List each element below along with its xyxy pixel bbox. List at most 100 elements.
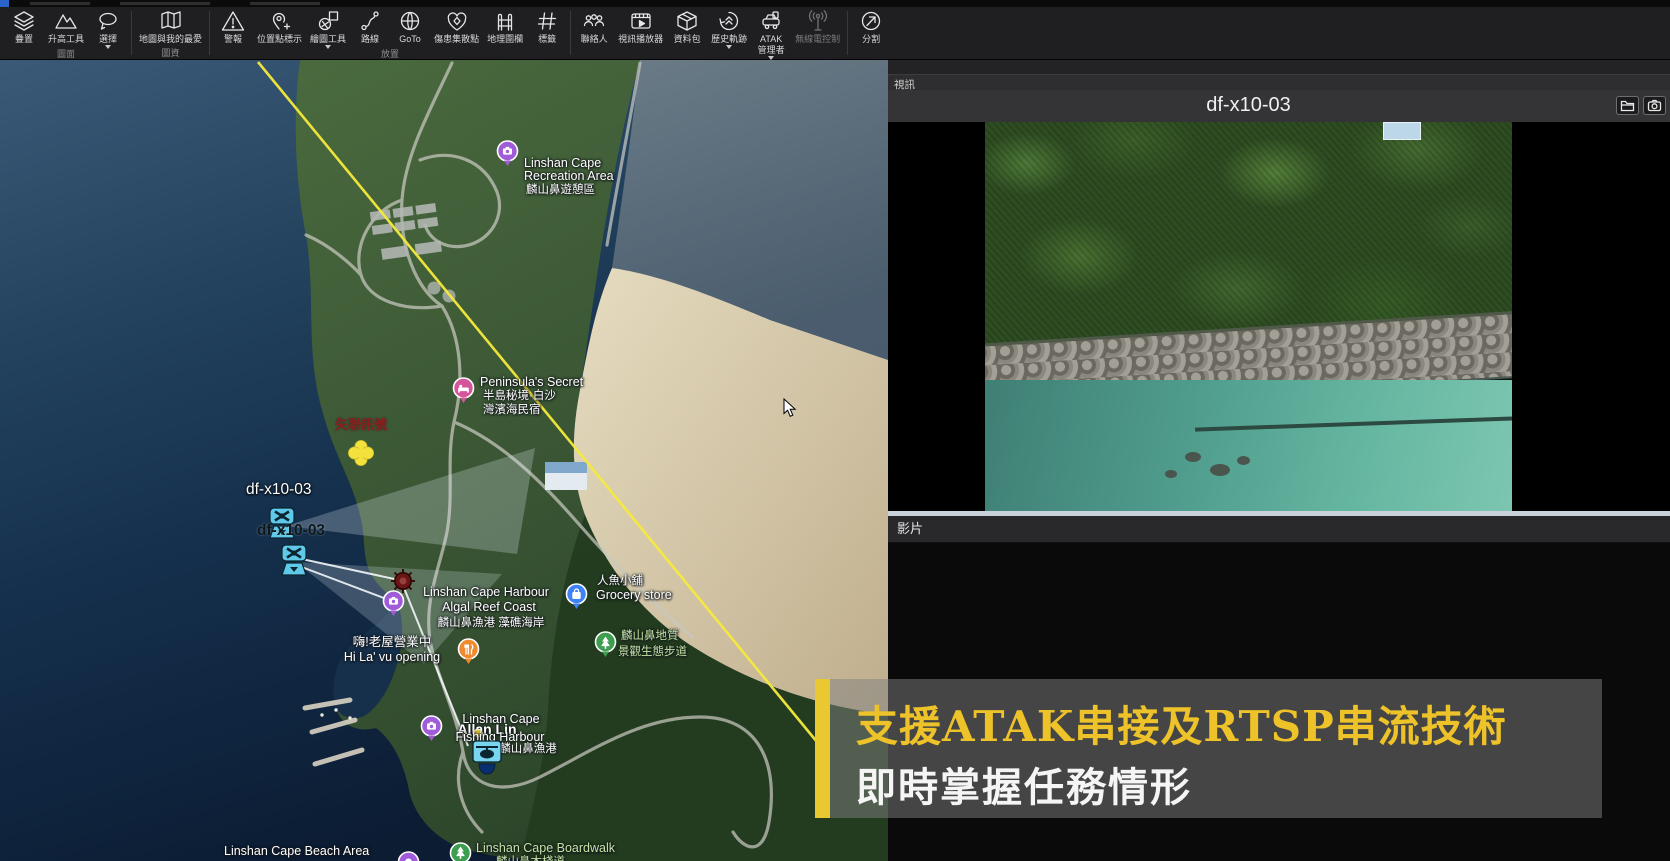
ribbon-separator <box>570 11 572 55</box>
map-label: 麟山鼻木棧道 <box>496 856 565 861</box>
alert-icon <box>221 11 245 31</box>
poi-marker-boardwalk <box>449 842 472 861</box>
ribbon-group-mapdata: 地圖與我的最愛 圖資 <box>133 7 208 59</box>
toolbar-item-select[interactable]: 選擇 <box>88 7 128 49</box>
toolbar-item-casevac[interactable]: 傷患集散點 <box>430 7 483 44</box>
layers-icon <box>14 11 34 31</box>
toolbar-item-route[interactable]: 路線 <box>350 7 390 44</box>
poi-marker-fishing-harbour <box>420 715 443 747</box>
lost-signal-clover-marker[interactable] <box>346 438 376 473</box>
poi-marker-trail <box>594 631 617 663</box>
open-folder-button[interactable] <box>1616 96 1639 115</box>
point-drop-icon <box>272 12 290 30</box>
sensor-point-marker[interactable] <box>390 568 416 599</box>
poi-marker-beach <box>397 851 420 861</box>
feed-rock <box>1210 464 1230 476</box>
folder-icon <box>1620 100 1635 112</box>
poi-marker-restaurant <box>457 638 480 670</box>
ribbon-separator <box>209 11 211 55</box>
snapshot-button[interactable] <box>1643 96 1666 115</box>
map-label: Grocery store <box>596 588 672 602</box>
ribbon-toolbar: 疊置 升高工具 選擇 圖面 地圖與我的最愛 圖資 警報 位置點標示 繪圖工具 路… <box>0 7 1670 70</box>
toolbar-item-hashtag[interactable]: 標籤 <box>527 7 567 44</box>
toolbar-item-radio-control: 無線電控制 <box>791 7 844 44</box>
radio-control-icon <box>808 10 827 31</box>
drone-callsign-label: df-x10-03 <box>246 481 312 498</box>
toolbar-item-history-track[interactable]: 歷史軌跡 <box>707 7 751 49</box>
mission-overlay <box>256 61 824 749</box>
mouse-cursor <box>783 397 797 423</box>
video-feed-title: df-x10-03 <box>1206 94 1291 116</box>
map-view[interactable]: Linshan Cape Recreation Area 麟山鼻遊憩區 Peni… <box>0 60 888 861</box>
map-label: 半島秘境·白沙 <box>483 390 556 402</box>
ribbon-group-display: 疊置 升高工具 選擇 圖面 <box>2 7 130 59</box>
toolbar-item-elevation-tools[interactable]: 升高工具 <box>44 7 88 44</box>
vessel-marker[interactable] <box>471 739 503 782</box>
map-label: 嗨!老屋營業中 <box>352 635 432 649</box>
toolbar-item-atak-manager[interactable]: ATAK 管理者 <box>751 7 791 60</box>
map-label: 麟山鼻漁港 <box>499 743 557 755</box>
video-title-bar: df-x10-03 <box>888 90 1670 122</box>
subtitle-overlay: 支援ATAK串接及RTSP串流技術 即時掌握任務情形 <box>815 679 1602 818</box>
toolbar-item-overlays[interactable]: 疊置 <box>4 7 44 44</box>
toolbar-item-contacts[interactable]: 聯絡人 <box>574 7 614 44</box>
video-display-area <box>888 122 1670 511</box>
panel-top-strip <box>888 60 1670 74</box>
ribbon-group-split: 分割 <box>849 7 893 59</box>
history-track-icon <box>719 11 739 31</box>
ribbon-group-caption: 圖面 <box>57 49 76 59</box>
map-label: 麟山鼻漁港 藻礁海岸 <box>437 617 545 629</box>
data-package-icon <box>677 11 697 31</box>
qat-tab[interactable] <box>250 2 320 5</box>
map-label: 人魚小舖 <box>597 575 643 587</box>
ribbon-group-caption: 圖資 <box>161 48 180 58</box>
map-label: Linshan Cape Harbour <box>423 585 549 599</box>
lost-signal-label: 失聯訊號 <box>334 417 388 432</box>
qat-tab[interactable] <box>30 2 90 5</box>
qat-tab[interactable] <box>120 2 210 5</box>
map-label: 景觀生態步道 <box>618 646 687 658</box>
toolbar-item-point-drop[interactable]: 位置點標示 <box>253 7 306 44</box>
feed-rock <box>1237 456 1250 465</box>
lasso-select-icon <box>99 12 117 30</box>
geofence-icon <box>497 13 513 31</box>
map-label: Recreation Area <box>524 169 614 183</box>
casevac-heart-icon <box>447 12 466 31</box>
toolbar-item-alert[interactable]: 警報 <box>213 7 253 44</box>
hashtag-icon <box>537 12 557 30</box>
feed-rock <box>1185 452 1201 462</box>
contacts-icon <box>583 14 605 27</box>
map-label: Algal Reef Coast <box>442 600 536 614</box>
route-icon <box>361 11 379 31</box>
app-icon[interactable] <box>0 0 9 7</box>
toolbar-item-maps-favorites[interactable]: 地圖與我的最愛 <box>135 7 206 44</box>
feed-blue-tarp <box>1383 122 1421 140</box>
toolbar-item-data-package[interactable]: 資料包 <box>667 7 707 44</box>
dropdown-caret-icon <box>726 45 733 49</box>
toolbar-item-split[interactable]: 分割 <box>851 7 891 44</box>
subtitle-line-2: 即時掌握任務情形 <box>856 764 1192 811</box>
map-label: Linshan Cape Beach Area <box>224 844 370 858</box>
map-label: Peninsula's Secret <box>480 375 584 389</box>
ribbon-separator <box>131 11 133 55</box>
ribbon-group-caption <box>851 48 891 59</box>
ribbon-group-caption: 放置 <box>381 49 400 59</box>
map-label: Hi La' vu opening <box>343 650 441 664</box>
video-player-icon <box>630 13 651 29</box>
feed-sea-area <box>985 380 1512 511</box>
toolbar-item-drawing-tools[interactable]: 繪圖工具 <box>306 7 350 49</box>
toolbar-item-goto[interactable]: GoTo <box>390 7 430 44</box>
poi-marker-recreation-area <box>496 140 519 172</box>
toolbar-item-video-player[interactable]: 視訊播放器 <box>614 7 667 44</box>
quick-access-bar <box>0 0 1670 7</box>
toolbar-item-geofence[interactable]: 地理圍欄 <box>483 7 527 44</box>
split-icon <box>861 11 881 31</box>
subtitle-line-1: 支援ATAK串接及RTSP串流技術 <box>856 702 1507 751</box>
map-label: Linshan Cape Boardwalk <box>476 841 615 855</box>
atak-manager-icon <box>762 11 780 30</box>
drone-marker[interactable] <box>279 543 309 584</box>
map-label: 灣濱海民宿 <box>483 404 541 416</box>
goto-globe-icon <box>400 11 420 31</box>
map-label: 麟山鼻遊憩區 <box>526 184 595 196</box>
ribbon-group-place: 警報 位置點標示 繪圖工具 路線 GoTo 傷患集散點 地理圍欄 標籤 放置 <box>211 7 569 59</box>
